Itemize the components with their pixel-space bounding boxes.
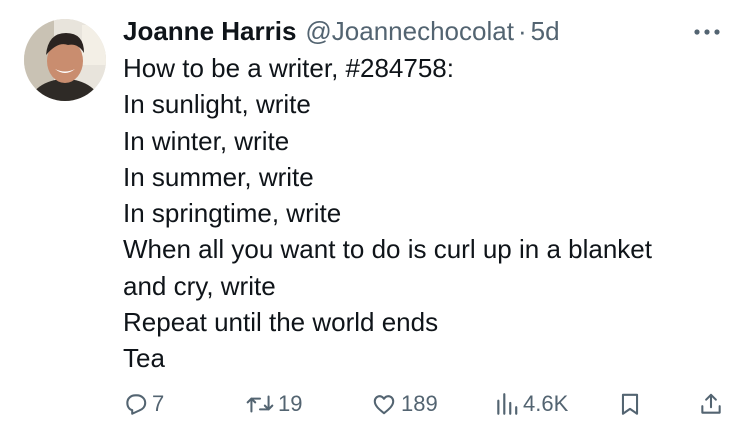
tweet-text-line: Repeat until the world ends — [123, 307, 439, 338]
bookmark-icon — [621, 393, 639, 415]
bookmark-button[interactable] — [617, 384, 643, 424]
reply-button[interactable]: 7 — [123, 384, 164, 424]
share-button[interactable] — [698, 384, 724, 424]
more-horizontal-icon — [694, 29, 720, 35]
author-name[interactable]: Joanne Harris — [123, 16, 296, 47]
header-separator: · — [517, 15, 527, 46]
like-button[interactable]: 189 — [370, 384, 438, 424]
tweet-text-line: In winter, write — [123, 125, 290, 156]
like-count: 189 — [401, 391, 438, 416]
tweet-text-line: and cry, write — [123, 270, 276, 301]
tweet-text: How to be a writer, #284758: In sunlight… — [123, 50, 723, 377]
tweet-header: Joanne Harris @Joannechocolat · 5d — [123, 14, 560, 48]
retweet-count: 19 — [278, 391, 303, 416]
tweet-text-line: In sunlight, write — [123, 89, 311, 120]
tweet-text-line: Tea — [123, 343, 165, 374]
reply-count: 7 — [152, 391, 165, 416]
tweet-text-line: How to be a writer, #284758: — [123, 53, 454, 83]
tweet-timestamp[interactable]: 5d — [531, 16, 560, 47]
views-button[interactable]: 4.6K — [494, 384, 568, 424]
tweet-actions-bar: 7 19 189 4.6K — [0, 384, 750, 424]
views-count: 4.6K — [523, 391, 569, 416]
retweet-button[interactable]: 19 — [245, 384, 302, 424]
tweet-text-line: When all you want to do is curl up in a … — [123, 234, 652, 265]
avatar-photo — [24, 19, 106, 101]
tweet-text-line: In springtime, write — [123, 198, 342, 229]
heart-icon — [373, 395, 395, 415]
author-avatar[interactable] — [24, 19, 106, 101]
author-handle[interactable]: @Joannechocolat — [305, 16, 514, 47]
reply-icon — [126, 394, 147, 415]
more-options-button[interactable] — [690, 20, 724, 44]
tweet-text-line: In summer, write — [123, 161, 314, 192]
share-upload-icon — [701, 393, 721, 414]
retweet-icon — [246, 395, 274, 413]
views-bar-chart-icon — [497, 393, 518, 415]
